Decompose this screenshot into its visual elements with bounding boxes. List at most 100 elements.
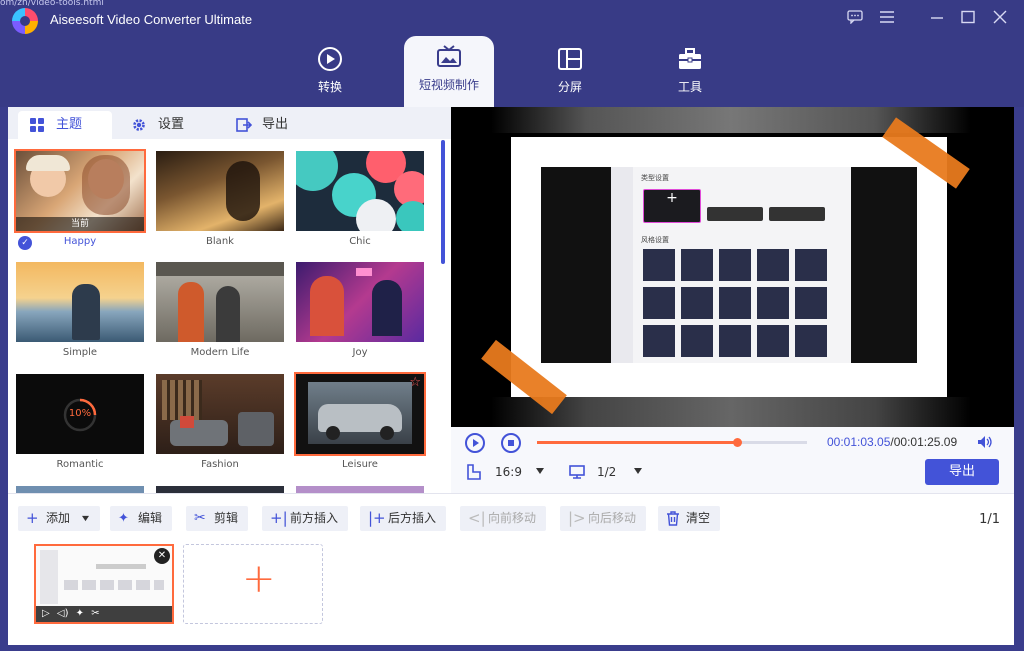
theme-thumb-blank[interactable] <box>156 151 284 231</box>
current-tag: 当前 <box>16 217 144 231</box>
play-icon[interactable]: ▷ <box>42 608 50 619</box>
add-clip-slot[interactable]: + <box>183 544 323 624</box>
section-style-label: 风格设置 <box>641 236 669 244</box>
progress-bar[interactable] <box>537 438 807 447</box>
subtab-bar: 主题 设置 导出 <box>8 107 451 139</box>
insert-before-icon: +| <box>270 509 288 527</box>
theme-thumb-joy[interactable] <box>296 262 424 342</box>
monitor-icon <box>569 465 585 479</box>
tv-icon <box>437 45 461 67</box>
preview-frame: 类型设置 + 风格设置 <box>511 137 947 397</box>
move-back-icon: |> <box>568 509 586 527</box>
clip-toolbar: ▷ ◁) ✦ ✂ <box>36 606 172 622</box>
tab-tools[interactable]: 工具 <box>645 38 735 104</box>
progress-fill <box>537 441 737 444</box>
insert-after-button[interactable]: |+ 后方插入 <box>360 506 447 531</box>
volume-icon[interactable]: ◁) <box>57 608 69 619</box>
volume-icon[interactable] <box>977 435 993 449</box>
theme-name: Fashion <box>201 459 239 470</box>
move-forward-icon: <| <box>468 509 486 527</box>
close-icon[interactable]: ✕ <box>154 548 170 564</box>
theme-thumb-partial[interactable] <box>296 486 424 493</box>
tab-short-video[interactable]: 短视频制作 <box>404 36 494 107</box>
toolbox-icon <box>679 48 701 69</box>
plus-icon: + <box>242 556 276 602</box>
app-title: Aiseesoft Video Converter Ultimate <box>50 12 253 27</box>
subtab-export-label: 导出 <box>262 117 289 132</box>
add-button[interactable]: + 添加 <box>18 506 101 531</box>
time-display: 00:01:03.05/00:01:25.09 <box>827 435 957 449</box>
chevron-down-icon[interactable] <box>81 515 90 522</box>
chevron-down-icon[interactable] <box>633 467 643 475</box>
section-type-label: 类型设置 <box>641 174 669 182</box>
theme-scrollbar[interactable] <box>441 140 445 264</box>
player-controls: 00:01:03.05/00:01:25.09 16:9 1/2 导出 <box>451 427 1014 493</box>
theme-thumb-modern-life[interactable] <box>156 262 284 342</box>
move-forward-button[interactable]: <| 向前移动 <box>460 506 547 531</box>
tab-convert-label: 转换 <box>317 80 342 94</box>
chevron-down-icon[interactable] <box>535 467 545 475</box>
theme-thumb-partial[interactable] <box>156 486 284 493</box>
trash-icon <box>667 511 679 526</box>
export-icon <box>236 118 252 132</box>
theme-name: Leisure <box>342 459 378 470</box>
clear-button[interactable]: 清空 <box>658 506 721 531</box>
tab-split-screen[interactable]: 分屏 <box>525 38 615 104</box>
theme-thumb-simple[interactable] <box>16 262 144 342</box>
subtab-theme[interactable]: 主题 <box>18 111 112 139</box>
insert-after-icon: |+ <box>368 509 386 527</box>
timeline-clip[interactable]: ▷ ◁) ✦ ✂ ✕ <box>34 544 174 624</box>
subtab-settings-label: 设置 <box>158 117 185 132</box>
theme-thumb-romantic[interactable]: 10% <box>16 374 144 454</box>
tab-tools-label: 工具 <box>677 80 702 94</box>
add-button-label: 添加 <box>46 511 71 525</box>
theme-name: Simple <box>62 347 98 358</box>
theme-name: Blank <box>206 236 234 247</box>
stop-button[interactable] <box>501 433 521 453</box>
theme-thumb-partial[interactable] <box>16 486 144 493</box>
theme-panel: 主题 设置 导出 当前 ✓ Happy Blank Chic Simple Mo… <box>8 107 451 493</box>
theme-thumb-happy[interactable]: 当前 <box>14 149 146 233</box>
theme-thumb-chic[interactable] <box>296 151 424 231</box>
close-icon[interactable] <box>990 10 1010 28</box>
feedback-icon[interactable] <box>845 10 865 28</box>
scissors-icon: ✂ <box>194 510 206 526</box>
tab-convert[interactable]: 转换 <box>285 38 375 104</box>
app-logo-icon <box>12 8 38 34</box>
subtab-theme-label: 主题 <box>56 117 83 132</box>
time-current: 00:01:03.05 <box>827 435 891 449</box>
export-button[interactable]: 导出 <box>925 459 999 485</box>
menu-icon[interactable] <box>877 10 897 28</box>
insert-after-label: 后方插入 <box>388 511 437 525</box>
tab-split-screen-label: 分屏 <box>557 80 582 94</box>
magic-wand-icon[interactable]: ✦ <box>76 608 84 619</box>
trim-button[interactable]: ✂ 剪辑 <box>186 506 249 531</box>
video-preview: 类型设置 + 风格设置 <box>451 107 1014 427</box>
minimize-icon[interactable] <box>927 10 947 28</box>
aspect-value[interactable]: 16:9 <box>495 465 522 479</box>
split-screen-icon <box>558 48 582 70</box>
theme-thumb-leisure[interactable]: ☆ <box>294 372 426 456</box>
scissors-icon[interactable]: ✂ <box>91 608 99 619</box>
edit-button[interactable]: ✦ 编辑 <box>110 506 173 531</box>
progress-knob[interactable] <box>732 438 742 447</box>
loading-percent: 10% <box>68 408 92 419</box>
favorite-star-icon[interactable]: ☆ <box>409 375 421 390</box>
screen-value[interactable]: 1/2 <box>597 465 616 479</box>
tab-short-video-label: 短视频制作 <box>418 78 479 92</box>
subtab-export[interactable]: 导出 <box>224 111 324 139</box>
url-fragment: om/zh/video-tools.html <box>0 0 104 6</box>
magic-wand-icon: ✦ <box>118 511 129 526</box>
aspect-ratio-icon <box>467 464 481 480</box>
grid-icon <box>30 118 44 132</box>
play-button[interactable] <box>465 433 485 453</box>
insert-before-label: 前方插入 <box>290 511 339 525</box>
theme-thumb-fashion[interactable] <box>156 374 284 454</box>
move-back-button[interactable]: |> 向后移动 <box>560 506 647 531</box>
subtab-settings[interactable]: 设置 <box>120 111 220 139</box>
maximize-icon[interactable] <box>958 10 978 28</box>
preview-app-screen: 类型设置 + 风格设置 <box>611 167 851 363</box>
theme-name: Joy <box>352 347 368 358</box>
gear-icon <box>133 119 145 131</box>
insert-before-button[interactable]: +| 前方插入 <box>262 506 349 531</box>
